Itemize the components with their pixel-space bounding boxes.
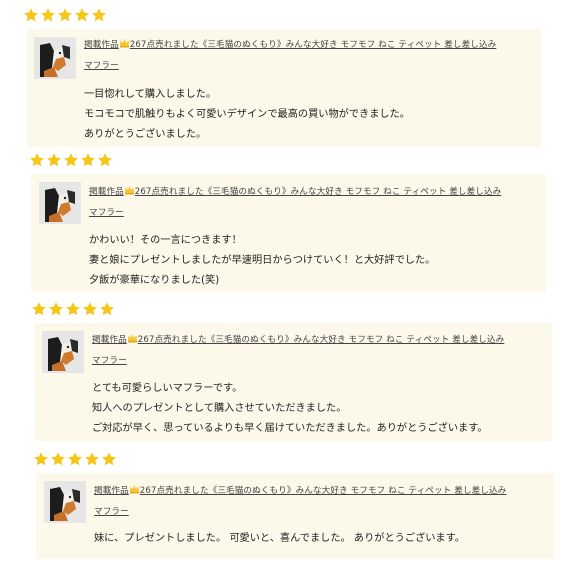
review-line: 妻と娘にプレゼントしましたが早速明日からつけていく！と大好評でした。 xyxy=(89,255,436,266)
product-link[interactable]: 掲載作品 267点売れました《三毛猫のぬくもり》みんな大好き モフモフ ねこ ティ… xyxy=(84,35,534,77)
star-icon xyxy=(50,451,66,467)
product-title-cont: マフラー xyxy=(92,356,127,366)
review-text: とても可愛らしいマフラーです。 知人へのプレゼントとして購入させていただきました… xyxy=(92,379,488,439)
review-line: 一目惚れして購入しました。 xyxy=(84,89,217,100)
review-text: 妹に、プレゼントしました。 可愛いと、喜んでました。 ありがとうございます。 xyxy=(94,529,465,549)
cat-scarf-image xyxy=(34,37,76,79)
product-title: 267点売れました《三毛猫のぬくもり》みんな大好き モフモフ ねこ ティペット … xyxy=(139,486,507,496)
star-icon xyxy=(91,7,107,23)
review-line: かわいい！その一言につきます！ xyxy=(89,235,242,246)
review-line: 知人へのプレゼントとして購入させていただきました。 xyxy=(92,403,347,414)
star-icon xyxy=(40,7,56,23)
star-icon xyxy=(57,7,73,23)
product-title: 267点売れました《三毛猫のぬくもり》みんな大好き モフモフ ねこ ティペット … xyxy=(137,335,505,345)
review-card: 掲載作品 267点売れました《三毛猫のぬくもり》みんな大好き モフモフ ねこ ティ… xyxy=(36,473,554,559)
review-card: 掲載作品 267点売れました《三毛猫のぬくもり》みんな大好き モフモフ ねこ ティ… xyxy=(31,174,546,292)
crown-icon xyxy=(127,333,138,343)
star-icon xyxy=(46,152,62,168)
star-icon xyxy=(48,301,64,317)
review-line: 夕飯が豪華になりました(笑) xyxy=(89,275,220,286)
review-line: ありがとうございました。 xyxy=(84,129,207,140)
star-icon xyxy=(82,301,98,317)
crown-icon xyxy=(119,38,130,48)
cat-scarf-image xyxy=(44,481,86,523)
star-icon xyxy=(74,7,90,23)
review-line: ご対応が早く、思っているよりも早く届けていただきました。ありがとうございます。 xyxy=(92,423,488,434)
crown-icon xyxy=(124,185,135,195)
product-prefix: 掲載作品 xyxy=(94,486,129,496)
product-title-cont: マフラー xyxy=(84,61,119,71)
star-icon xyxy=(31,301,47,317)
cat-scarf-image xyxy=(39,182,81,224)
review-text: 一目惚れして購入しました。 モコモコで肌触りもよく可愛いデザインで最高の買い物が… xyxy=(84,85,410,145)
star-icon xyxy=(101,451,117,467)
product-title-cont: マフラー xyxy=(94,507,129,517)
review-line: モコモコで肌触りもよく可愛いデザインで最高の買い物ができました。 xyxy=(84,109,410,120)
star-icon xyxy=(63,152,79,168)
product-title: 267点売れました《三毛猫のぬくもり》みんな大好き モフモフ ねこ ティペット … xyxy=(134,187,502,197)
star-icon xyxy=(23,7,39,23)
star-icon xyxy=(65,301,81,317)
product-link[interactable]: 掲載作品 267点売れました《三毛猫のぬくもり》みんな大好き モフモフ ねこ ティ… xyxy=(89,182,539,224)
review-card: 掲載作品 267点売れました《三毛猫のぬくもり》みんな大好き モフモフ ねこ ティ… xyxy=(34,323,552,441)
product-thumbnail[interactable] xyxy=(42,331,84,373)
product-thumbnail[interactable] xyxy=(34,37,76,79)
product-prefix: 掲載作品 xyxy=(92,335,127,345)
star-rating xyxy=(23,7,107,23)
product-thumbnail[interactable] xyxy=(44,481,86,523)
product-link[interactable]: 掲載作品 267点売れました《三毛猫のぬくもり》みんな大好き モフモフ ねこ ティ… xyxy=(92,330,547,372)
star-icon xyxy=(84,451,100,467)
product-link[interactable]: 掲載作品 267点売れました《三毛猫のぬくもり》みんな大好き モフモフ ねこ ティ… xyxy=(94,481,549,523)
star-icon xyxy=(29,152,45,168)
star-icon xyxy=(67,451,83,467)
product-prefix: 掲載作品 xyxy=(89,187,124,197)
product-thumbnail[interactable] xyxy=(39,182,81,224)
cat-scarf-image xyxy=(42,331,84,373)
star-rating xyxy=(33,451,117,467)
star-icon xyxy=(80,152,96,168)
star-rating xyxy=(31,301,115,317)
star-icon xyxy=(97,152,113,168)
review-card: 掲載作品 267点売れました《三毛猫のぬくもり》みんな大好き モフモフ ねこ ティ… xyxy=(26,29,542,147)
review-line: 妹に、プレゼントしました。 可愛いと、喜んでました。 ありがとうございます。 xyxy=(94,533,465,544)
star-icon xyxy=(33,451,49,467)
product-title: 267点売れました《三毛猫のぬくもり》みんな大好き モフモフ ねこ ティペット … xyxy=(129,40,497,50)
product-title-cont: マフラー xyxy=(89,208,124,218)
product-prefix: 掲載作品 xyxy=(84,40,119,50)
review-text: かわいい！その一言につきます！ 妻と娘にプレゼントしましたが早速明日からつけてい… xyxy=(89,231,435,291)
crown-icon xyxy=(129,484,140,494)
review-line: とても可愛らしいマフラーです。 xyxy=(92,383,243,394)
star-rating xyxy=(29,152,113,168)
star-icon xyxy=(99,301,115,317)
